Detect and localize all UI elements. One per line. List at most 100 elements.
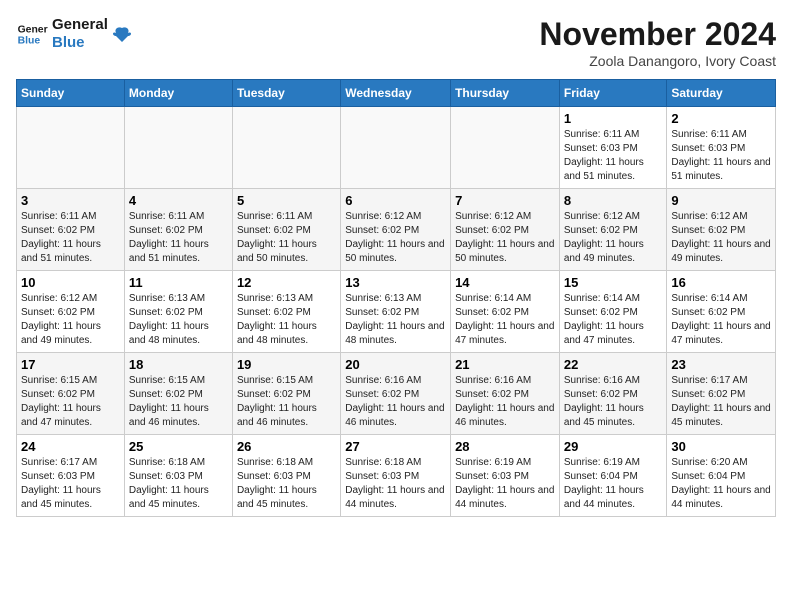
day-info: Sunrise: 6:13 AM Sunset: 6:02 PM Dayligh… [129,292,228,348]
calendar-cell: 9 Sunrise: 6:12 AM Sunset: 6:02 PM Daylig… [667,189,776,271]
day-info: Sunrise: 6:12 AM Sunset: 6:02 PM Dayligh… [345,210,446,266]
calendar-cell: 22 Sunrise: 6:16 AM Sunset: 6:02 PM Dayli… [559,353,667,435]
week-row-2: 10 Sunrise: 6:12 AM Sunset: 6:02 PM Dayli… [17,271,776,353]
day-number: 3 [21,193,120,208]
header-row: SundayMondayTuesdayWednesdayThursdayFrid… [17,80,776,107]
day-info: Sunrise: 6:18 AM Sunset: 6:03 PM Dayligh… [129,456,228,512]
header-thursday: Thursday [451,80,560,107]
day-number: 4 [129,193,228,208]
month-title: November 2024 [539,16,776,53]
day-info: Sunrise: 6:15 AM Sunset: 6:02 PM Dayligh… [129,374,228,430]
week-row-1: 3 Sunrise: 6:11 AM Sunset: 6:02 PM Daylig… [17,189,776,271]
logo-bird-icon [112,24,132,44]
day-info: Sunrise: 6:17 AM Sunset: 6:02 PM Dayligh… [671,374,771,430]
day-number: 24 [21,439,120,454]
day-info: Sunrise: 6:11 AM Sunset: 6:03 PM Dayligh… [564,128,663,184]
calendar-header: SundayMondayTuesdayWednesdayThursdayFrid… [17,80,776,107]
calendar-cell [341,107,451,189]
header-sunday: Sunday [17,80,125,107]
day-number: 9 [671,193,771,208]
location-subtitle: Zoola Danangoro, Ivory Coast [539,53,776,69]
week-row-3: 17 Sunrise: 6:15 AM Sunset: 6:02 PM Dayli… [17,353,776,435]
day-number: 22 [564,357,663,372]
svg-text:Blue: Blue [18,36,41,47]
day-info: Sunrise: 6:14 AM Sunset: 6:02 PM Dayligh… [671,292,771,348]
calendar-cell: 10 Sunrise: 6:12 AM Sunset: 6:02 PM Dayli… [17,271,125,353]
day-number: 20 [345,357,446,372]
day-number: 2 [671,111,771,126]
calendar-cell: 18 Sunrise: 6:15 AM Sunset: 6:02 PM Dayli… [124,353,232,435]
calendar-cell: 13 Sunrise: 6:13 AM Sunset: 6:02 PM Dayli… [341,271,451,353]
header-tuesday: Tuesday [232,80,340,107]
day-number: 12 [237,275,336,290]
calendar-cell [232,107,340,189]
day-number: 21 [455,357,555,372]
day-info: Sunrise: 6:12 AM Sunset: 6:02 PM Dayligh… [564,210,663,266]
page-header: General Blue General Blue November 2024 … [16,16,776,69]
day-info: Sunrise: 6:16 AM Sunset: 6:02 PM Dayligh… [455,374,555,430]
calendar-cell: 30 Sunrise: 6:20 AM Sunset: 6:04 PM Dayli… [667,435,776,517]
day-number: 10 [21,275,120,290]
day-info: Sunrise: 6:15 AM Sunset: 6:02 PM Dayligh… [237,374,336,430]
calendar-cell: 7Sunrise: 6:12 AM Sunset: 6:02 PM Daylig… [451,189,560,271]
header-monday: Monday [124,80,232,107]
day-number: 29 [564,439,663,454]
day-info: Sunrise: 6:13 AM Sunset: 6:02 PM Dayligh… [345,292,446,348]
logo-blue: Blue [52,34,108,52]
header-friday: Friday [559,80,667,107]
calendar-cell: 24 Sunrise: 6:17 AM Sunset: 6:03 PM Dayli… [17,435,125,517]
day-info: Sunrise: 6:11 AM Sunset: 6:02 PM Dayligh… [129,210,228,266]
calendar-cell: 8 Sunrise: 6:12 AM Sunset: 6:02 PM Daylig… [559,189,667,271]
day-info: Sunrise: 6:14 AM Sunset: 6:02 PM Dayligh… [564,292,663,348]
day-info: Sunrise: 6:16 AM Sunset: 6:02 PM Dayligh… [564,374,663,430]
day-info: Sunrise: 6:12 AM Sunset: 6:02 PM Dayligh… [21,292,120,348]
calendar-cell: 23 Sunrise: 6:17 AM Sunset: 6:02 PM Dayli… [667,353,776,435]
day-number: 1 [564,111,663,126]
day-info: Sunrise: 6:18 AM Sunset: 6:03 PM Dayligh… [345,456,446,512]
calendar-cell: 20 Sunrise: 6:16 AM Sunset: 6:02 PM Dayli… [341,353,451,435]
day-number: 5 [237,193,336,208]
day-info: Sunrise: 6:19 AM Sunset: 6:04 PM Dayligh… [564,456,663,512]
calendar-cell [17,107,125,189]
calendar-table: SundayMondayTuesdayWednesdayThursdayFrid… [16,79,776,517]
calendar-cell: 11Sunrise: 6:13 AM Sunset: 6:02 PM Dayli… [124,271,232,353]
day-info: Sunrise: 6:19 AM Sunset: 6:03 PM Dayligh… [455,456,555,512]
day-number: 25 [129,439,228,454]
calendar-body: 1 Sunrise: 6:11 AM Sunset: 6:03 PM Daylig… [17,107,776,517]
logo-icon: General Blue [16,18,48,50]
day-number: 13 [345,275,446,290]
header-saturday: Saturday [667,80,776,107]
day-info: Sunrise: 6:16 AM Sunset: 6:02 PM Dayligh… [345,374,446,430]
day-number: 8 [564,193,663,208]
day-info: Sunrise: 6:17 AM Sunset: 6:03 PM Dayligh… [21,456,120,512]
day-number: 18 [129,357,228,372]
calendar-cell: 2Sunrise: 6:11 AM Sunset: 6:03 PM Daylig… [667,107,776,189]
day-number: 15 [564,275,663,290]
calendar-cell: 15 Sunrise: 6:14 AM Sunset: 6:02 PM Dayli… [559,271,667,353]
day-info: Sunrise: 6:20 AM Sunset: 6:04 PM Dayligh… [671,456,771,512]
day-info: Sunrise: 6:12 AM Sunset: 6:02 PM Dayligh… [455,210,555,266]
calendar-cell: 6Sunrise: 6:12 AM Sunset: 6:02 PM Daylig… [341,189,451,271]
calendar-cell: 25 Sunrise: 6:18 AM Sunset: 6:03 PM Dayli… [124,435,232,517]
calendar-cell: 16Sunrise: 6:14 AM Sunset: 6:02 PM Dayli… [667,271,776,353]
day-info: Sunrise: 6:11 AM Sunset: 6:02 PM Dayligh… [21,210,120,266]
day-info: Sunrise: 6:14 AM Sunset: 6:02 PM Dayligh… [455,292,555,348]
day-number: 27 [345,439,446,454]
day-info: Sunrise: 6:18 AM Sunset: 6:03 PM Dayligh… [237,456,336,512]
day-info: Sunrise: 6:12 AM Sunset: 6:02 PM Dayligh… [671,210,771,266]
day-number: 30 [671,439,771,454]
header-wednesday: Wednesday [341,80,451,107]
calendar-cell: 1 Sunrise: 6:11 AM Sunset: 6:03 PM Daylig… [559,107,667,189]
week-row-0: 1 Sunrise: 6:11 AM Sunset: 6:03 PM Daylig… [17,107,776,189]
calendar-cell: 21 Sunrise: 6:16 AM Sunset: 6:02 PM Dayli… [451,353,560,435]
day-number: 23 [671,357,771,372]
calendar-cell: 3 Sunrise: 6:11 AM Sunset: 6:02 PM Daylig… [17,189,125,271]
calendar-cell: 14Sunrise: 6:14 AM Sunset: 6:02 PM Dayli… [451,271,560,353]
day-number: 17 [21,357,120,372]
day-number: 19 [237,357,336,372]
calendar-cell: 5Sunrise: 6:11 AM Sunset: 6:02 PM Daylig… [232,189,340,271]
day-info: Sunrise: 6:15 AM Sunset: 6:02 PM Dayligh… [21,374,120,430]
calendar-cell: 12Sunrise: 6:13 AM Sunset: 6:02 PM Dayli… [232,271,340,353]
calendar-cell: 29 Sunrise: 6:19 AM Sunset: 6:04 PM Dayli… [559,435,667,517]
calendar-cell: 26Sunrise: 6:18 AM Sunset: 6:03 PM Dayli… [232,435,340,517]
